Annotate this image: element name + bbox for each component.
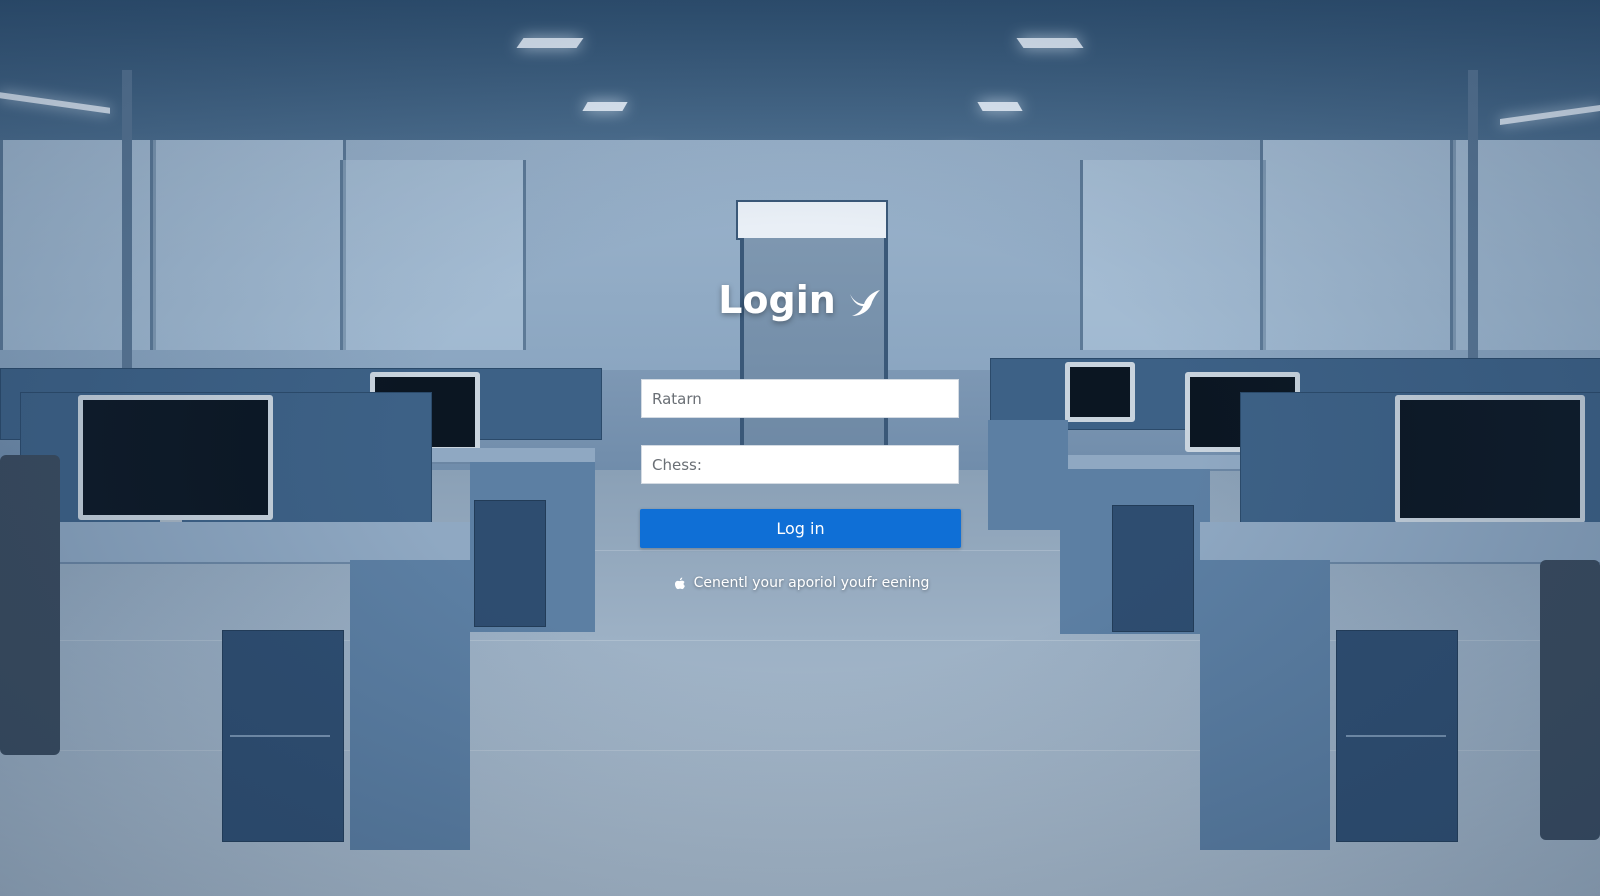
username-input[interactable] <box>641 379 959 418</box>
login-title-text: Login <box>718 278 836 322</box>
login-button[interactable]: Log in <box>640 509 961 548</box>
help-link[interactable]: Cenentl your aporiol youfr eening <box>640 572 961 594</box>
password-input[interactable] <box>641 445 959 484</box>
bird-icon <box>849 290 880 316</box>
login-title: Login <box>640 270 960 330</box>
apple-icon <box>674 577 685 590</box>
help-text[interactable]: Cenentl your aporiol youfr eening <box>694 575 930 591</box>
